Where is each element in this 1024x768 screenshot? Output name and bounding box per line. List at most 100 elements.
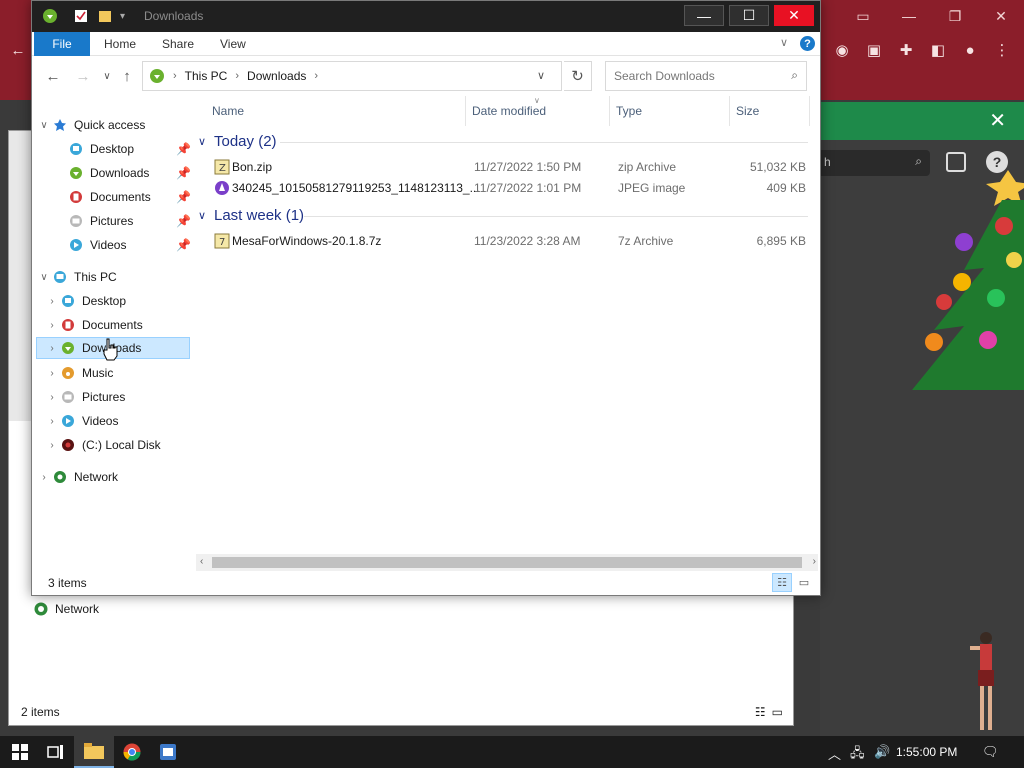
taskbar-chrome[interactable] (112, 736, 152, 768)
nav-this-pc[interactable]: ∨ This PC (36, 266, 117, 288)
extensions-puzzle-icon[interactable]: ✚ (896, 40, 916, 60)
nav-quick-pictures[interactable]: Pictures (52, 210, 133, 232)
title-bar[interactable]: ▾ Downloads — ☐ ✕ (32, 1, 820, 32)
taskbar-clock[interactable]: 1:55:00 PM (896, 745, 957, 759)
details-view-icon[interactable]: ☷ (755, 705, 766, 719)
task-view-button[interactable] (36, 736, 76, 768)
extension-s-icon[interactable]: ▣ (864, 40, 884, 60)
column-header-name[interactable]: Name (206, 96, 466, 126)
sidebar-toggle-icon[interactable]: ◧ (928, 40, 948, 60)
navigation-bar: ← → ∨ ↑ › This PC › Downloads › ∨ ↻ Sear… (32, 56, 820, 96)
expanded-chevron-icon[interactable]: ∨ (36, 120, 52, 131)
back-window-network-item[interactable]: Network (33, 601, 99, 617)
notifications-icon[interactable]: 🗨 (982, 744, 999, 760)
scroll-right-arrow-icon[interactable]: › (813, 556, 816, 567)
nav-quick-desktop[interactable]: Desktop (52, 138, 134, 160)
breadcrumb-separator-icon[interactable]: › (314, 70, 318, 82)
search-input[interactable]: Search Downloads ⌕ (605, 61, 807, 91)
forward-arrow-icon[interactable]: → (74, 67, 92, 85)
group-header-today[interactable]: ∨ Today (2) (198, 130, 277, 152)
browser-restore-icon[interactable]: ▭ (840, 0, 886, 32)
large-icons-view-icon[interactable]: ▭ (772, 705, 783, 719)
details-view-button[interactable]: ☷ (772, 573, 792, 592)
tab-home[interactable]: Home (94, 32, 146, 56)
group-header-last-week[interactable]: ∨ Last week (1) (198, 204, 304, 226)
recent-locations-chevron-icon[interactable]: ∨ (98, 67, 116, 85)
collapsed-chevron-icon[interactable]: › (44, 440, 60, 451)
scrollbar-thumb[interactable] (212, 557, 802, 568)
qa-properties-button[interactable] (74, 8, 88, 24)
browser-back-icon[interactable]: ← (8, 40, 28, 60)
group-collapse-chevron-icon[interactable]: ∨ (198, 135, 214, 148)
expanded-chevron-icon[interactable]: ∨ (36, 272, 52, 283)
file-row[interactable]: Z Bon.zip 11/27/2022 1:50 PM zip Archive… (206, 157, 806, 177)
address-dropdown-chevron-icon[interactable]: ∨ (537, 69, 545, 82)
profile-avatar-icon[interactable]: ● (960, 40, 980, 60)
browser-close-icon[interactable]: ✕ (978, 0, 1024, 32)
browser-minimize-icon[interactable]: — (886, 0, 932, 32)
maximize-button[interactable]: ☐ (729, 5, 769, 26)
collapsed-chevron-icon[interactable]: › (44, 416, 60, 427)
notification-close-icon[interactable]: ✕ (989, 108, 1006, 133)
start-button[interactable] (0, 736, 40, 768)
nav-network[interactable]: › Network (36, 466, 118, 488)
collapsed-chevron-icon[interactable]: › (44, 296, 60, 307)
file-name: 340245_10150581279119253_1148123113_... (232, 181, 480, 195)
nav-pc-local-disk[interactable]: › (C:) Local Disk (44, 434, 160, 456)
pin-icon: 📌 (176, 166, 191, 180)
taskbar-app[interactable] (148, 736, 188, 768)
nav-pc-videos[interactable]: › Videos (44, 410, 118, 432)
browser-maximize-icon[interactable]: ❐ (932, 0, 978, 32)
collapsed-chevron-icon[interactable]: › (36, 472, 52, 483)
qa-customize-chevron-icon[interactable]: ▾ (120, 8, 125, 24)
qa-new-folder-button[interactable] (98, 8, 112, 24)
downloads-folder-icon (43, 9, 57, 23)
network-tray-icon[interactable]: 🖧 (850, 744, 865, 766)
tab-share[interactable]: Share (152, 32, 204, 56)
show-hidden-icons-chevron-icon[interactable]: ︿ (828, 744, 841, 763)
group-collapse-chevron-icon[interactable]: ∨ (198, 209, 214, 222)
nav-pc-music[interactable]: › Music (44, 362, 113, 384)
back-arrow-icon[interactable]: ← (44, 67, 62, 85)
nav-label: This PC (74, 270, 117, 284)
collapsed-chevron-icon[interactable]: › (44, 392, 60, 403)
nav-quick-access[interactable]: ∨ Quick access (36, 114, 145, 136)
breadcrumb-this-pc[interactable]: This PC (185, 69, 228, 83)
app-icon-area (42, 8, 58, 24)
large-icons-view-button[interactable]: ▭ (794, 573, 814, 592)
extension-flag-icon[interactable]: ◉ (832, 40, 852, 60)
taskbar-file-explorer[interactable] (74, 736, 114, 768)
collapsed-chevron-icon[interactable]: › (44, 368, 60, 379)
tab-view[interactable]: View (210, 32, 256, 56)
minimize-button[interactable]: — (684, 5, 724, 26)
file-row[interactable]: 7 MesaForWindows-20.1.8.7z 11/23/2022 3:… (206, 231, 806, 251)
details-view-icon: ☷ (777, 577, 787, 589)
close-button[interactable]: ✕ (774, 5, 814, 26)
documents-icon (68, 189, 84, 205)
collapsed-chevron-icon[interactable]: › (44, 343, 60, 354)
nav-quick-videos[interactable]: Videos (52, 234, 126, 256)
nav-quick-documents[interactable]: Documents (52, 186, 151, 208)
tab-file[interactable]: File (34, 32, 90, 56)
collapsed-chevron-icon[interactable]: › (44, 320, 60, 331)
file-row[interactable]: 340245_10150581279119253_1148123113_... … (206, 178, 806, 198)
browser-menu-icon[interactable]: ⋮ (992, 40, 1012, 60)
breadcrumb-downloads[interactable]: Downloads (247, 69, 306, 83)
nav-pc-desktop[interactable]: › Desktop (44, 290, 126, 312)
notification-bar: ✕ (820, 102, 1024, 140)
nav-quick-downloads[interactable]: Downloads (52, 162, 149, 184)
scroll-left-arrow-icon[interactable]: ‹ (200, 556, 203, 567)
column-header-type[interactable]: Type (610, 96, 730, 126)
nav-label: Network (74, 470, 119, 484)
nav-pc-pictures[interactable]: › Pictures (44, 386, 125, 408)
horizontal-scrollbar[interactable]: ‹ › (196, 554, 818, 571)
up-arrow-icon[interactable]: ↑ (118, 67, 136, 85)
volume-icon[interactable]: 🔊 (874, 744, 890, 760)
expand-ribbon-chevron-icon[interactable]: ∨ (780, 36, 788, 49)
address-bar[interactable]: › This PC › Downloads › ∨ (142, 61, 562, 91)
navigation-pane: ∨ Quick access Desktop 📌 Downloads 📌 Doc… (32, 96, 192, 556)
help-button[interactable]: ? (800, 36, 815, 51)
column-header-size[interactable]: Size (730, 96, 810, 126)
refresh-button[interactable]: ↻ (564, 61, 592, 91)
nav-pc-documents[interactable]: › Documents (44, 314, 142, 336)
